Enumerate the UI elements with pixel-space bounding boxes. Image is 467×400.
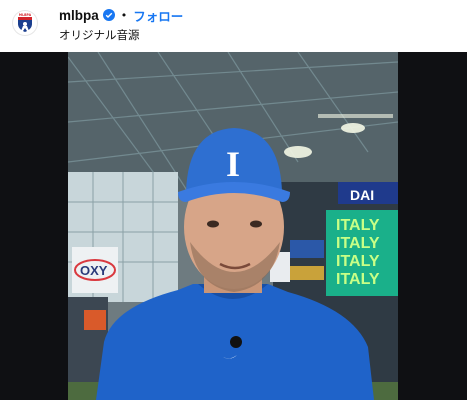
reel-video[interactable]: DAI ITALY ITALY ITALY ITALY OXY I xyxy=(68,52,398,400)
separator-dot: • xyxy=(120,8,128,22)
username-link[interactable]: mlbpa xyxy=(59,8,99,23)
audio-link[interactable]: オリジナル音源 xyxy=(59,27,140,43)
post-header: MLBPA mlbpa • フォロー オリジナル音源 xyxy=(0,0,467,52)
side-ad-board xyxy=(290,240,324,258)
avatar[interactable]: MLBPA xyxy=(13,11,37,35)
left-sign xyxy=(84,310,106,330)
scoreboard-line-3: ITALY xyxy=(336,253,380,270)
side-ad-board-2 xyxy=(290,266,324,280)
follow-button[interactable]: フォロー xyxy=(133,6,183,25)
media-viewer: DAI ITALY ITALY ITALY ITALY OXY I xyxy=(0,52,467,400)
oxy-sign-text: OXY xyxy=(80,263,108,278)
scoreboard-line-1: ITALY xyxy=(336,217,380,234)
scoreboard-line-2: ITALY xyxy=(336,235,380,252)
verified-badge-icon xyxy=(102,9,115,21)
mlbpa-logo-icon: MLBPA xyxy=(16,13,34,32)
cap-letter: I xyxy=(226,144,240,184)
video-frame: DAI ITALY ITALY ITALY ITALY OXY I xyxy=(68,52,398,400)
banner-text: DAI xyxy=(350,187,374,203)
scoreboard-line-4: ITALY xyxy=(336,271,380,288)
avatar-logo-text: MLBPA xyxy=(19,13,32,17)
post-header-row: mlbpa • フォロー xyxy=(59,6,183,24)
lapel-mic-icon xyxy=(230,336,242,348)
